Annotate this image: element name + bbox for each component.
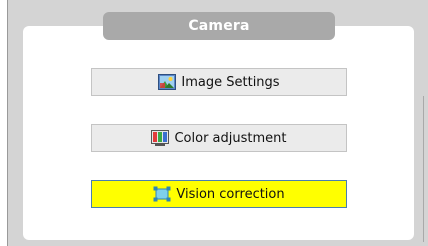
color-adjustment-button[interactable]: Color adjustment [91,124,347,152]
camera-screen: Camera Image Settings Color adjustment V… [0,0,428,246]
right-divider [423,96,424,242]
left-edge-frame [0,0,8,246]
vision-correction-icon [153,186,171,202]
image-settings-label: Image Settings [181,74,280,90]
camera-title: Camera [103,12,335,40]
image-settings-icon [158,74,177,90]
color-adjustment-icon [151,130,170,146]
vision-correction-label: Vision correction [176,186,285,202]
image-settings-button[interactable]: Image Settings [91,68,347,96]
vision-correction-button[interactable]: Vision correction [91,180,347,208]
color-adjustment-label: Color adjustment [174,130,287,146]
